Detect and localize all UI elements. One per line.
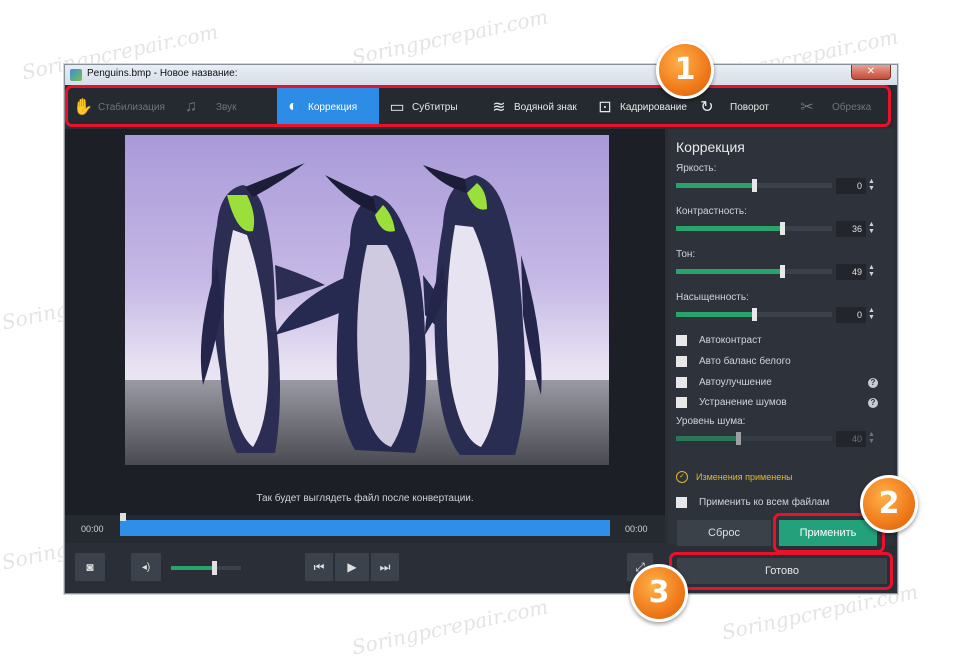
penguins-picture bbox=[125, 135, 609, 465]
option-label: Применить ко всем файлам bbox=[699, 497, 830, 508]
contrast-slider[interactable] bbox=[676, 222, 832, 235]
playhead[interactable] bbox=[120, 513, 126, 521]
timeline-track[interactable] bbox=[120, 520, 610, 536]
contrast-label: Контрастность: bbox=[676, 206, 747, 217]
step-badge-3: 3 bbox=[630, 564, 688, 622]
video-preview: Так будет выглядеть файл после конвертац… bbox=[65, 129, 665, 529]
camera-icon: ◙ bbox=[86, 560, 94, 574]
noise-level-value[interactable]: 40 bbox=[836, 431, 866, 447]
option-label: Устранение шумов bbox=[699, 397, 787, 408]
skip-forward-icon: ⏭ bbox=[379, 559, 391, 574]
snapshot-button[interactable]: ◙ bbox=[75, 553, 105, 581]
saturation-label: Насыщенность: bbox=[676, 292, 749, 303]
slider-knob[interactable] bbox=[752, 308, 757, 321]
time-start: 00:00 bbox=[81, 524, 104, 534]
status-text: Изменения применены bbox=[696, 472, 793, 482]
option-label: Авто баланс белого bbox=[699, 356, 791, 367]
reset-button[interactable]: Сброс bbox=[677, 520, 771, 546]
saturation-value[interactable]: 0 bbox=[836, 307, 866, 323]
correction-panel: Коррекция Яркость: 0 ▲ ▼ Контрастность: 3… bbox=[668, 129, 894, 545]
panel-title: Коррекция bbox=[676, 139, 745, 155]
preview-image bbox=[125, 135, 609, 465]
contrast-stepper[interactable]: ▲ ▼ bbox=[868, 221, 875, 235]
noise-level-slider[interactable] bbox=[676, 432, 832, 445]
slider-fill bbox=[676, 226, 783, 231]
autocontrast-option[interactable]: Автоконтраст bbox=[676, 335, 762, 346]
slider-fill bbox=[676, 312, 754, 317]
time-end: 00:00 bbox=[625, 524, 648, 534]
slider-knob[interactable] bbox=[752, 179, 757, 192]
speaker-icon: ◂) bbox=[141, 561, 151, 573]
brightness-label: Яркость: bbox=[676, 163, 717, 174]
watermark-text: Soringpcrepair.com bbox=[349, 594, 551, 660]
brightness-stepper[interactable]: ▲ ▼ bbox=[868, 178, 875, 192]
play-button[interactable]: ▶ bbox=[335, 553, 369, 581]
checkmark-icon: ✓ bbox=[676, 471, 688, 483]
volume-knob[interactable] bbox=[212, 561, 218, 575]
checkbox[interactable] bbox=[676, 335, 687, 346]
noise-level-stepper[interactable]: ▲ ▼ bbox=[868, 431, 875, 445]
window-title: Penguins.bmp - Новое название: bbox=[87, 68, 238, 79]
slider-knob[interactable] bbox=[780, 222, 786, 235]
hue-slider[interactable] bbox=[676, 265, 832, 278]
noise-level-label: Уровень шума: bbox=[676, 416, 746, 427]
auto-enhance-option[interactable]: Автоулучшение bbox=[676, 377, 772, 388]
hue-label: Тон: bbox=[676, 249, 696, 260]
volume-slider[interactable] bbox=[171, 561, 241, 575]
auto-white-balance-option[interactable]: Авто баланс белого bbox=[676, 356, 791, 367]
timeline: 00:00 00:00 bbox=[65, 513, 665, 543]
player-controls: ◙ ◂) ⏮ ▶ ⏭ ⤢ bbox=[65, 545, 665, 593]
option-label: Автоконтраст bbox=[699, 335, 762, 346]
preview-caption: Так будет выглядеть файл после конвертац… bbox=[256, 493, 474, 504]
checkbox[interactable] bbox=[676, 397, 687, 408]
checkbox[interactable] bbox=[676, 377, 687, 388]
hue-stepper[interactable]: ▲ ▼ bbox=[868, 264, 875, 278]
contrast-value[interactable]: 36 bbox=[836, 221, 866, 237]
slider-knob[interactable] bbox=[780, 265, 786, 278]
watermark-text: Soringpcrepair.com bbox=[349, 4, 551, 70]
denoise-option[interactable]: Устранение шумов bbox=[676, 397, 787, 408]
previous-button[interactable]: ⏮ bbox=[305, 553, 333, 581]
help-icon[interactable]: ? bbox=[868, 398, 878, 408]
slider-fill bbox=[676, 183, 754, 188]
apply-all-option[interactable]: Применить ко всем файлам bbox=[676, 497, 829, 508]
slider-fill bbox=[676, 436, 739, 441]
changes-applied-status: ✓ Изменения применены bbox=[676, 471, 793, 483]
step-badge-1: 1 bbox=[656, 41, 714, 99]
saturation-stepper[interactable]: ▲ ▼ bbox=[868, 307, 875, 321]
brightness-slider[interactable] bbox=[676, 179, 832, 192]
hue-value[interactable]: 49 bbox=[836, 264, 866, 280]
checkbox[interactable] bbox=[676, 497, 687, 508]
slider-knob[interactable] bbox=[736, 432, 742, 445]
saturation-slider[interactable] bbox=[676, 308, 832, 321]
toolbar-highlight bbox=[65, 85, 891, 127]
play-icon: ▶ bbox=[347, 560, 357, 574]
title-bar: Penguins.bmp - Новое название: ✕ bbox=[65, 65, 897, 85]
skip-back-icon: ⏮ bbox=[313, 559, 325, 574]
app-icon bbox=[70, 69, 82, 81]
next-button[interactable]: ⏭ bbox=[371, 553, 399, 581]
mute-button[interactable]: ◂) bbox=[131, 553, 161, 581]
close-button[interactable]: ✕ bbox=[851, 65, 891, 80]
brightness-value[interactable]: 0 bbox=[836, 178, 866, 194]
volume-fill bbox=[171, 566, 215, 570]
step-badge-2: 2 bbox=[860, 475, 918, 533]
slider-fill bbox=[676, 269, 783, 274]
option-label: Автоулучшение bbox=[699, 377, 772, 388]
correction-dialog: Penguins.bmp - Новое название: ✕ ✋ Стаби… bbox=[64, 64, 898, 594]
checkbox[interactable] bbox=[676, 356, 687, 367]
help-icon[interactable]: ? bbox=[868, 378, 878, 388]
done-highlight bbox=[669, 552, 893, 590]
